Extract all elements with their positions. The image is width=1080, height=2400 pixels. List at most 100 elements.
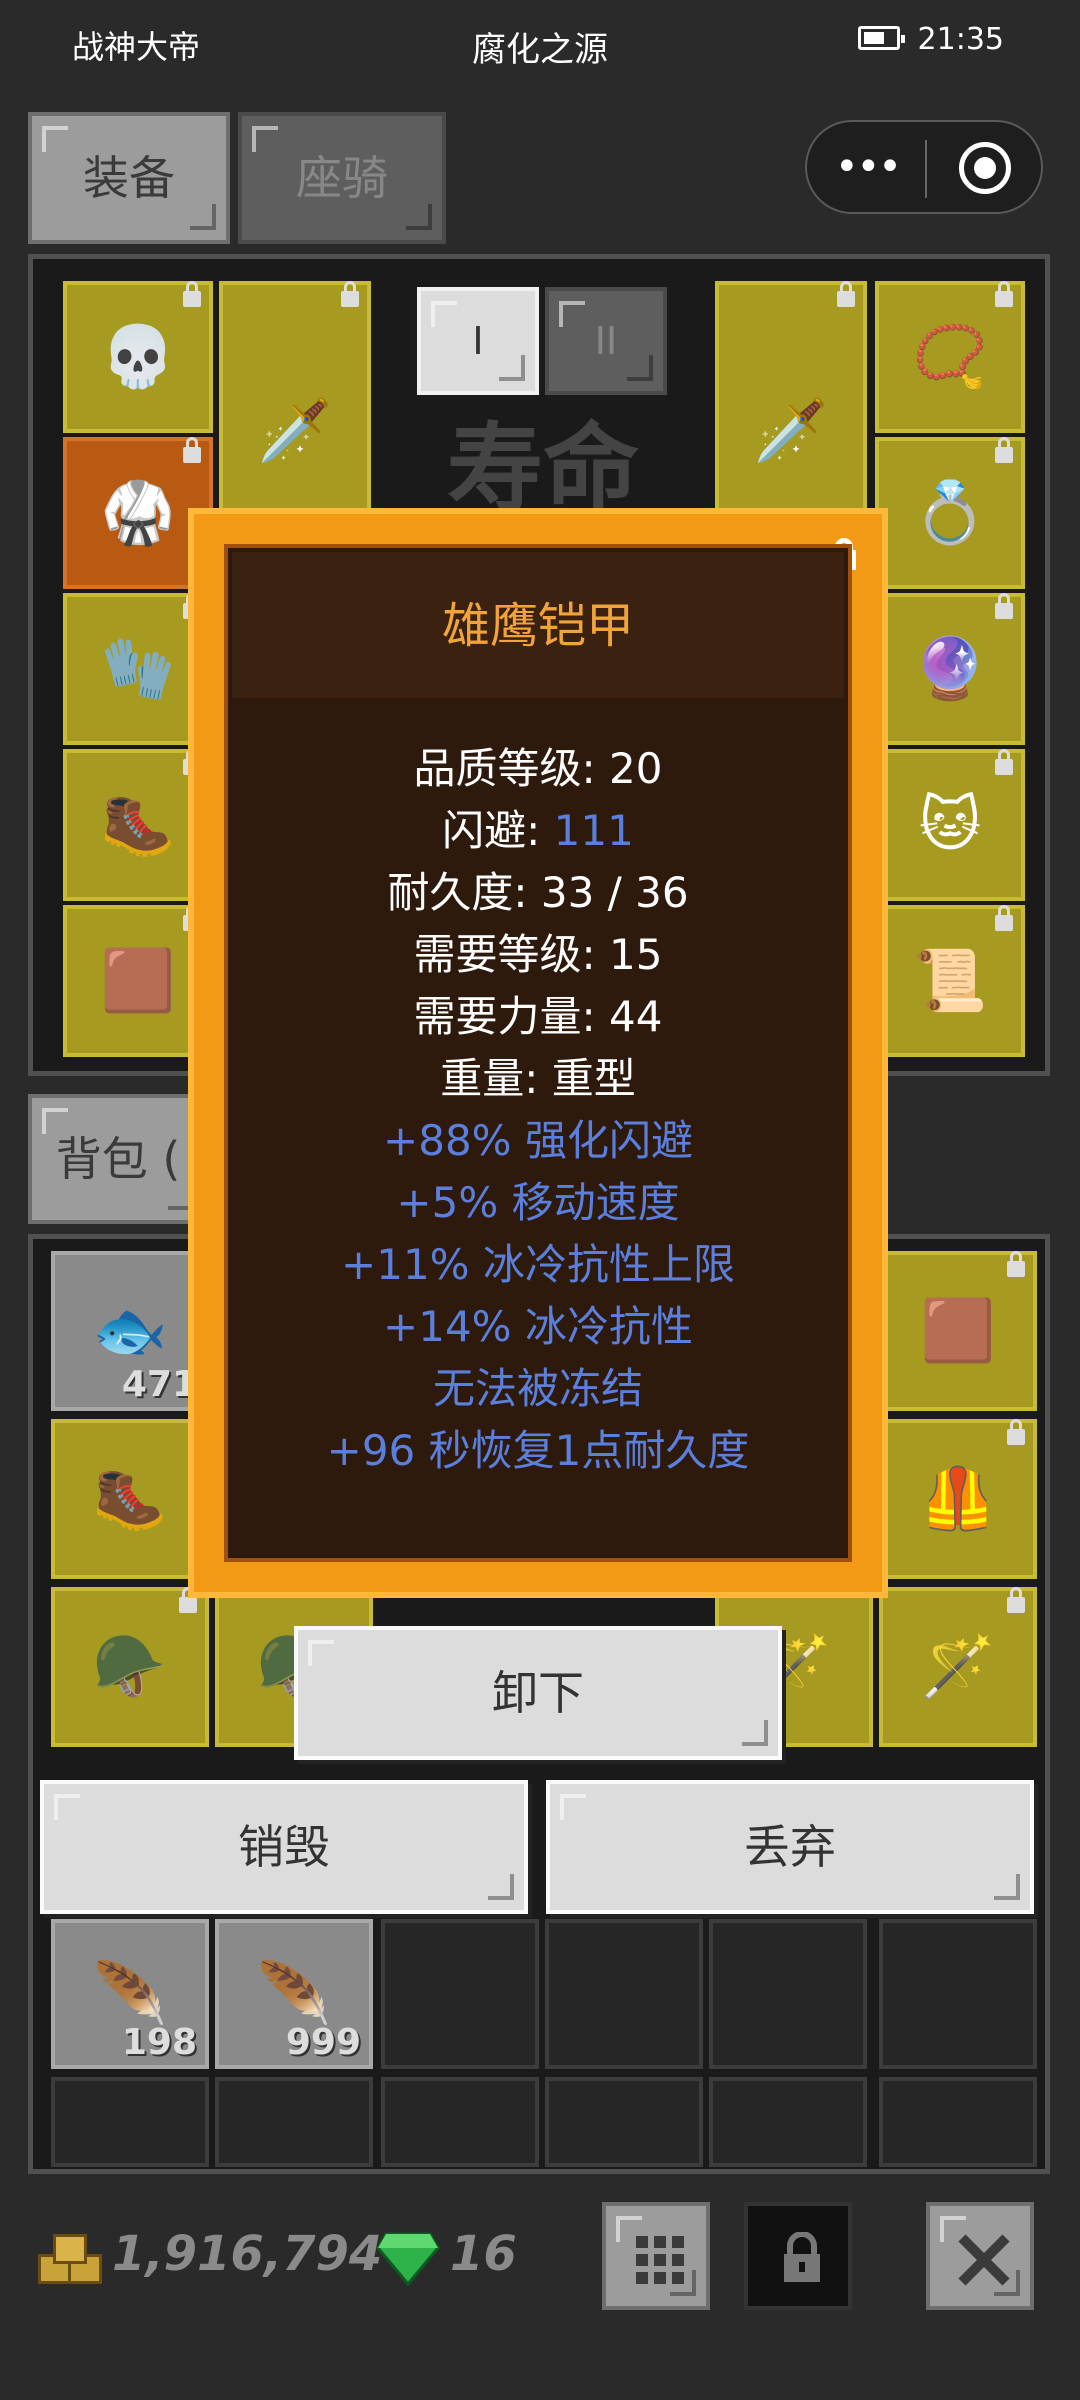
affix-line: +14% 冰冷抗性 (383, 1302, 693, 1351)
bag-slot[interactable]: 🪄 (879, 1587, 1037, 1747)
tooltip-body: 雄鹰铠甲 品质等级: 20 闪避: 111 耐久度: 33 / 36 需要等级:… (224, 544, 852, 1562)
equip-page-2-label: II (594, 319, 618, 363)
stat-weight: 重量: 重型 (228, 1048, 848, 1110)
affix-line: +88% 强化闪避 (383, 1116, 693, 1165)
gem-amount: 16 (450, 2226, 517, 2282)
bag-slot[interactable]: 🟫 (879, 1251, 1037, 1411)
equip-page-1-label: I (472, 319, 484, 363)
stat-required-level: 需要等级: 15 (228, 924, 848, 986)
stat-dodge-label: 闪避: (442, 806, 554, 855)
affix-line: +5% 移动速度 (396, 1178, 680, 1227)
stat-required-level-label: 需要等级: (413, 930, 610, 979)
bag-slot-empty[interactable] (709, 1919, 867, 2069)
ring-icon: 💍 (912, 478, 988, 548)
bag-slot[interactable]: 🪖 (51, 1587, 209, 1747)
status-bar: 战神大帝 腐化之源 21:35 (0, 0, 1080, 92)
destroy-button[interactable]: 销毁 (40, 1780, 528, 1914)
unequip-button[interactable]: 卸下 (294, 1626, 782, 1760)
tab-mount[interactable]: 座骑 (238, 112, 446, 244)
stat-weight-label: 重量: (440, 1054, 552, 1103)
armor-icon: 🦺 (920, 1464, 996, 1534)
sword-icon: 🗡️ (753, 396, 829, 466)
affix-line: +11% 冰冷抗性上限 (341, 1240, 735, 1289)
stat-required-strength-label: 需要力量: (413, 992, 610, 1041)
belt-icon: 🟫 (100, 946, 176, 1016)
bag-slot-empty[interactable] (215, 2077, 373, 2167)
lock-icon (995, 281, 1013, 307)
equip-page-2-button[interactable]: II (545, 287, 667, 395)
equip-page-1-button[interactable]: I (417, 287, 539, 395)
slot-ring-1[interactable]: 💍 (875, 437, 1025, 589)
book-icon: 📜 (912, 946, 988, 1016)
discard-button[interactable]: 丢弃 (546, 1780, 1034, 1914)
purple-feather-icon: 🪶 (92, 1959, 168, 2029)
gold-icon (38, 2232, 102, 2284)
lock-toggle-button[interactable] (744, 2202, 852, 2310)
stat-weight-value: 重型 (551, 1054, 636, 1103)
miniprogram-capsule: ••• (805, 120, 1043, 214)
item-count: 471 (121, 1364, 197, 1405)
blue-feather-icon: 🪶 (256, 1959, 332, 2029)
item-count: 198 (121, 2022, 197, 2063)
tab-bag[interactable]: 背包 ( (28, 1094, 208, 1224)
stat-quality-value: 20 (609, 744, 663, 793)
tab-mount-label: 座骑 (296, 151, 388, 205)
unequip-label: 卸下 (492, 1666, 584, 1720)
slot-amulet[interactable]: 📿 (875, 281, 1025, 433)
lock-icon (995, 593, 1013, 619)
stat-durability-value: 33 / 36 (540, 868, 689, 917)
lock-icon (179, 1587, 197, 1613)
boots-icon: 🥾 (92, 1464, 168, 1534)
lock-icon (1007, 1419, 1025, 1445)
slot-helmet[interactable]: 💀 (63, 281, 213, 433)
bag-slot[interactable]: 🥾 (51, 1419, 209, 1579)
bag-slot-empty[interactable] (381, 1919, 539, 2069)
slot-pet[interactable]: 🐱 (875, 749, 1025, 901)
sword-icon: 🗡️ (257, 396, 333, 466)
bag-slot-empty[interactable] (879, 1919, 1037, 2069)
armor-icon: 🥋 (100, 478, 176, 548)
bag-slot-empty[interactable] (381, 2077, 539, 2167)
lock-icon (1007, 1587, 1025, 1613)
bag-slot-empty[interactable] (879, 2077, 1037, 2167)
lock-icon (183, 281, 201, 307)
more-icon[interactable]: ••• (835, 142, 902, 192)
grid-icon (636, 2236, 684, 2284)
grid-view-button[interactable] (602, 2202, 710, 2310)
tab-equipment[interactable]: 装备 (28, 112, 230, 244)
close-icon (958, 2234, 1010, 2286)
affix-line: +96 秒恢复1点耐久度 (326, 1426, 750, 1475)
slot-ring-2[interactable]: 🔮 (875, 593, 1025, 745)
stat-required-strength: 需要力量: 44 (228, 986, 848, 1048)
bag-slot-empty[interactable] (545, 2077, 703, 2167)
belt-icon: 🟫 (920, 1296, 996, 1366)
slot-book[interactable]: 📜 (875, 905, 1025, 1057)
bag-slot-empty[interactable] (545, 1919, 703, 2069)
bag-slot-blue-feather[interactable]: 🪶 999 (215, 1919, 373, 2069)
close-button[interactable] (926, 2202, 1034, 2310)
helmet-icon: 🪖 (92, 1632, 168, 1702)
battery-icon (858, 26, 905, 50)
bag-slot-empty[interactable] (709, 2077, 867, 2167)
close-miniprogram-icon[interactable] (959, 142, 1011, 194)
boots-icon: 🥾 (100, 790, 176, 860)
frame-ornament (188, 1558, 228, 1598)
tab-bag-label: 背包 ( (55, 1132, 181, 1186)
affix-line: 无法被冻结 (432, 1364, 643, 1413)
gloves-icon: 🧤 (100, 634, 176, 704)
bag-slot-fish[interactable]: 🐟 471 (51, 1251, 209, 1411)
bag-slot[interactable]: 🦺 (879, 1419, 1037, 1579)
gem-icon (376, 2230, 440, 2287)
lock-icon (341, 281, 359, 307)
bag-slot-empty[interactable] (51, 2077, 209, 2167)
stat-dodge: 闪避: 111 (228, 800, 848, 862)
item-name: 雄鹰铠甲 (441, 598, 634, 654)
lock-icon (995, 905, 1013, 931)
stat-durability-label: 耐久度: (387, 868, 541, 917)
discard-label: 丢弃 (744, 1820, 836, 1874)
item-stats: 品质等级: 20 闪避: 111 耐久度: 33 / 36 需要等级: 15 需… (228, 738, 848, 1482)
bag-slot-purple-feather[interactable]: 🪶 198 (51, 1919, 209, 2069)
frame-ornament (188, 508, 228, 548)
capsule-divider (925, 140, 927, 198)
item-tooltip: 雄鹰铠甲 品质等级: 20 闪避: 111 耐久度: 33 / 36 需要等级:… (188, 508, 888, 1598)
